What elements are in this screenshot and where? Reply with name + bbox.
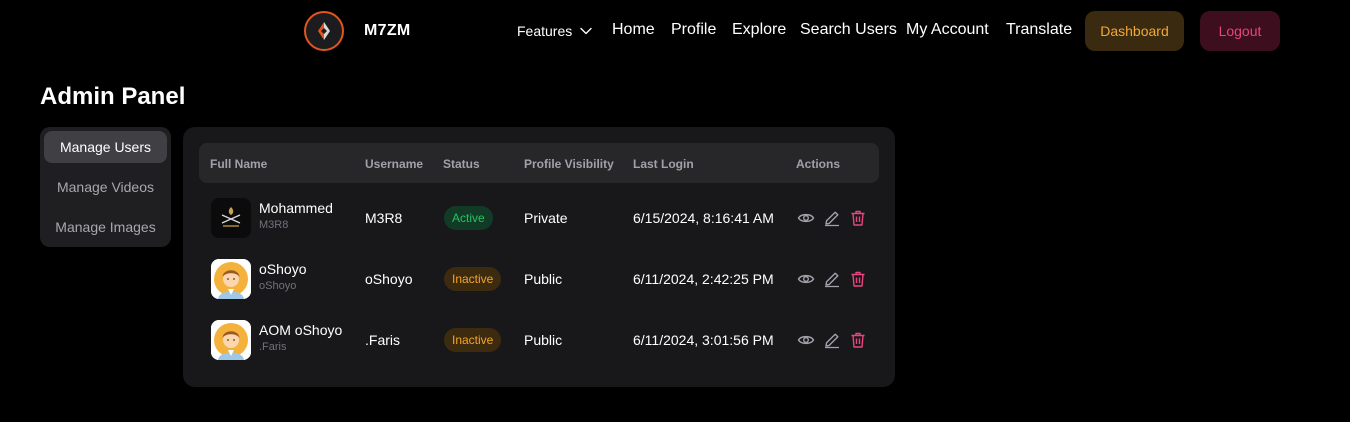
nav-explore[interactable]: Explore xyxy=(732,21,786,39)
users-table-panel: Full Name Username Status Profile Visibi… xyxy=(183,127,895,387)
header-actions: Actions xyxy=(796,157,841,171)
profile-visibility: Public xyxy=(524,332,563,348)
status-badge: Inactive xyxy=(444,328,502,352)
header-last-login: Last Login xyxy=(633,157,694,171)
user-handle: .Faris xyxy=(259,341,287,353)
avatar xyxy=(211,320,251,360)
eye-icon xyxy=(797,274,815,284)
nav-home[interactable]: Home xyxy=(612,21,655,39)
table-row: oShoyo oShoyo oShoyo Inactive Public 6/1… xyxy=(199,249,879,310)
nav-search-users[interactable]: Search Users xyxy=(800,21,897,39)
header-username: Username xyxy=(365,157,424,171)
last-login: 6/11/2024, 2:42:25 PM xyxy=(633,271,774,287)
eye-icon xyxy=(797,213,815,223)
view-user-button[interactable] xyxy=(797,270,815,288)
sidebar-item-manage-images[interactable]: Manage Images xyxy=(44,211,167,243)
user-handle: oShoyo xyxy=(259,280,297,292)
cartoon-person-avatar-icon xyxy=(211,320,251,360)
edit-user-button[interactable] xyxy=(823,270,841,288)
cartoon-person-avatar-icon xyxy=(211,259,251,299)
logo-emblem-icon xyxy=(318,22,330,40)
status-badge: Inactive xyxy=(444,267,502,291)
nav-features-dropdown[interactable]: Features xyxy=(517,23,592,39)
chevron-down-icon xyxy=(580,27,592,35)
admin-sidebar: Manage Users Manage Videos Manage Images xyxy=(40,127,171,247)
delete-user-button[interactable] xyxy=(849,331,867,349)
last-login: 6/15/2024, 8:16:41 AM xyxy=(633,210,774,226)
trash-icon xyxy=(851,332,865,348)
top-navbar: M7ZM Features Home Profile Explore Searc… xyxy=(0,0,1350,64)
avatar xyxy=(211,198,251,238)
user-full-name: Mohammed xyxy=(259,200,333,216)
eye-icon xyxy=(797,335,815,345)
status-badge: Active xyxy=(444,206,493,230)
table-row: Mohammed M3R8 M3R8 Active Private 6/15/2… xyxy=(199,188,879,249)
edit-user-button[interactable] xyxy=(823,209,841,227)
pencil-icon xyxy=(825,211,839,227)
avatar xyxy=(211,259,251,299)
table-header: Full Name Username Status Profile Visibi… xyxy=(199,143,879,183)
nav-translate[interactable]: Translate xyxy=(1006,21,1072,39)
header-profile-visibility: Profile Visibility xyxy=(524,157,614,171)
user-username: M3R8 xyxy=(365,210,403,226)
profile-visibility: Public xyxy=(524,271,563,287)
sidebar-item-manage-users[interactable]: Manage Users xyxy=(44,131,167,163)
header-status: Status xyxy=(443,157,480,171)
header-full-name: Full Name xyxy=(210,157,268,171)
user-full-name: AOM oShoyo xyxy=(259,322,343,338)
brand-name[interactable]: M7ZM xyxy=(364,22,411,40)
brand-logo[interactable] xyxy=(304,11,344,51)
emblem-avatar-icon xyxy=(211,198,251,238)
table-row: AOM oShoyo .Faris .Faris Inactive Public… xyxy=(199,310,879,371)
pencil-icon xyxy=(825,272,839,288)
trash-icon xyxy=(851,210,865,226)
profile-visibility: Private xyxy=(524,210,568,226)
view-user-button[interactable] xyxy=(797,331,815,349)
nav-features-label: Features xyxy=(517,23,573,39)
nav-my-account[interactable]: My Account xyxy=(906,21,989,39)
delete-user-button[interactable] xyxy=(849,209,867,227)
trash-icon xyxy=(851,271,865,287)
delete-user-button[interactable] xyxy=(849,270,867,288)
sidebar-item-manage-videos[interactable]: Manage Videos xyxy=(44,171,167,203)
view-user-button[interactable] xyxy=(797,209,815,227)
edit-user-button[interactable] xyxy=(823,331,841,349)
user-username: oShoyo xyxy=(365,271,413,287)
nav-profile[interactable]: Profile xyxy=(671,21,716,39)
dashboard-button[interactable]: Dashboard xyxy=(1085,11,1184,51)
page-title: Admin Panel xyxy=(40,83,186,110)
user-full-name: oShoyo xyxy=(259,261,307,277)
user-handle: M3R8 xyxy=(259,219,289,231)
last-login: 6/11/2024, 3:01:56 PM xyxy=(633,332,774,348)
logout-button[interactable]: Logout xyxy=(1200,11,1280,51)
user-username: .Faris xyxy=(365,332,400,348)
pencil-icon xyxy=(825,333,839,349)
